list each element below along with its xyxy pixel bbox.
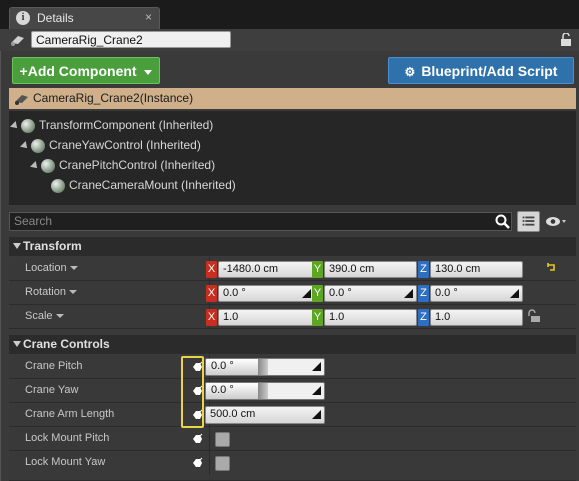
instance-label: CameraRig_Crane2(Instance) xyxy=(33,91,194,105)
x-axis-label: X xyxy=(206,261,217,278)
tree-item-label: CraneCameraMount (Inherited) xyxy=(69,178,236,192)
location-z-field[interactable]: 130.0 cm xyxy=(430,261,523,278)
lock-mount-yaw-label: Lock Mount Yaw xyxy=(25,456,106,468)
component-sphere-icon xyxy=(21,118,35,133)
crane-arm-length-label: Crane Arm Length xyxy=(25,408,115,420)
keyframe-icon[interactable] xyxy=(192,457,203,469)
scale-y-field[interactable]: 1.0 xyxy=(324,309,417,326)
scale-row: Scale X 1.0 Y 1.0 Z 1.0 xyxy=(9,305,576,329)
list-view-icon xyxy=(522,216,535,226)
instance-row[interactable]: CameraRig_Crane2(Instance) xyxy=(9,88,576,109)
z-axis-label: Z xyxy=(418,261,429,278)
close-icon[interactable]: × xyxy=(145,10,152,24)
add-component-button[interactable]: +Add Component xyxy=(12,57,160,84)
expand-arrow-icon[interactable] xyxy=(20,140,30,151)
dropdown-icon xyxy=(68,290,77,295)
rotation-label[interactable]: Rotation xyxy=(25,286,77,298)
collapse-arrow-icon[interactable] xyxy=(13,243,21,249)
component-sphere-icon xyxy=(31,138,45,153)
tree-item[interactable]: CraneCameraMount (Inherited) xyxy=(51,177,236,193)
tree-item-label: TransformComponent (Inherited) xyxy=(39,118,214,132)
crane-pitch-row: Crane Pitch 0.0 ° xyxy=(9,355,576,379)
reset-to-default-icon[interactable] xyxy=(547,262,556,273)
lock-mount-yaw-checkbox[interactable] xyxy=(215,456,230,471)
x-axis-label: X xyxy=(206,285,217,302)
tree-item-label: CranePitchControl (Inherited) xyxy=(59,158,216,172)
info-icon: i xyxy=(16,11,30,25)
actor-name-input[interactable]: CameraRig_Crane2 xyxy=(31,31,231,48)
lock-icon[interactable] xyxy=(560,33,572,47)
component-sphere-icon xyxy=(41,158,55,173)
location-y-field[interactable]: 390.0 cm xyxy=(324,261,417,278)
component-tree: TransformComponent (Inherited) CraneYawC… xyxy=(9,111,576,205)
location-label[interactable]: Location xyxy=(25,262,78,274)
location-x-field[interactable]: -1480.0 cm xyxy=(218,261,315,278)
crane-pitch-label: Crane Pitch xyxy=(25,360,83,372)
view-options-button[interactable] xyxy=(517,211,540,232)
z-axis-label: Z xyxy=(418,285,429,302)
blueprint-label: Blueprint/Add Script xyxy=(421,63,558,79)
drag-handle-icon xyxy=(312,362,321,371)
chevron-down-icon xyxy=(144,69,153,75)
crane-yaw-row: Crane Yaw 0.0 ° xyxy=(9,379,576,403)
expand-arrow-icon[interactable] xyxy=(30,160,40,171)
crane-pitch-slider[interactable]: 0.0 ° xyxy=(205,358,325,376)
tab-label: Details xyxy=(37,11,74,25)
actor-icon xyxy=(15,95,28,105)
drag-handle-icon xyxy=(404,289,413,298)
tree-item[interactable]: CraneYawControl (Inherited) xyxy=(20,137,201,153)
lock-mount-pitch-checkbox[interactable] xyxy=(215,432,230,447)
plus-icon: + xyxy=(19,63,28,79)
y-axis-label: Y xyxy=(312,309,323,326)
gears-icon: ⚙ xyxy=(404,65,416,79)
search-icon[interactable] xyxy=(494,213,511,230)
rotation-row: Rotation X 0.0 ° Y 0.0 ° Z 0.0 ° xyxy=(9,281,576,305)
tree-item[interactable]: TransformComponent (Inherited) xyxy=(10,117,214,133)
lock-mount-pitch-row: Lock Mount Pitch xyxy=(9,427,576,451)
y-axis-label: Y xyxy=(312,261,323,278)
scale-z-field[interactable]: 1.0 xyxy=(430,309,523,326)
dropdown-icon xyxy=(55,314,64,319)
section-title: Transform xyxy=(23,239,82,253)
expand-arrow-icon[interactable] xyxy=(10,120,20,131)
blueprint-add-script-button[interactable]: ⚙ Blueprint/Add Script xyxy=(388,57,574,84)
dropdown-icon xyxy=(69,266,78,271)
crane-arm-length-field[interactable]: 500.0 cm xyxy=(205,406,325,424)
y-axis-label: Y xyxy=(312,285,323,302)
search-input[interactable]: Search xyxy=(9,212,512,231)
location-row: Location X -1480.0 cm Y 390.0 cm Z 130.0… xyxy=(9,257,576,281)
scale-label[interactable]: Scale xyxy=(25,310,64,322)
eye-icon[interactable] xyxy=(545,216,567,227)
keyframe-icon[interactable] xyxy=(192,433,203,445)
scale-lock-icon[interactable] xyxy=(528,309,542,323)
lock-mount-yaw-row: Lock Mount Yaw xyxy=(9,451,576,481)
drag-handle-icon xyxy=(312,386,321,395)
scale-x-field[interactable]: 1.0 xyxy=(218,309,315,326)
tab-details[interactable]: i Details × xyxy=(9,7,160,29)
component-sphere-icon xyxy=(51,178,65,193)
crane-yaw-slider[interactable]: 0.0 ° xyxy=(205,382,325,400)
actor-icon xyxy=(11,36,24,46)
crane-yaw-label: Crane Yaw xyxy=(25,384,79,396)
rotation-z-field[interactable]: 0.0 ° xyxy=(430,285,523,302)
z-axis-label: Z xyxy=(418,309,429,326)
drag-handle-icon xyxy=(312,410,321,419)
drag-handle-icon xyxy=(510,289,519,298)
collapse-arrow-icon[interactable] xyxy=(13,341,21,347)
add-component-label: Add Component xyxy=(27,63,137,79)
rotation-x-field[interactable]: 0.0 ° xyxy=(218,285,315,302)
drag-handle-icon xyxy=(302,289,311,298)
crane-controls-section-header[interactable]: Crane Controls xyxy=(9,335,576,354)
rotation-y-field[interactable]: 0.0 ° xyxy=(324,285,417,302)
lock-mount-pitch-label: Lock Mount Pitch xyxy=(25,432,110,444)
transform-section-header[interactable]: Transform xyxy=(9,237,576,256)
tree-item[interactable]: CranePitchControl (Inherited) xyxy=(30,157,216,173)
tree-item-label: CraneYawControl (Inherited) xyxy=(49,138,201,152)
crane-arm-length-row: Crane Arm Length 500.0 cm xyxy=(9,403,576,427)
section-title: Crane Controls xyxy=(23,337,110,351)
keyframe-highlight xyxy=(181,356,204,428)
x-axis-label: X xyxy=(206,309,217,326)
